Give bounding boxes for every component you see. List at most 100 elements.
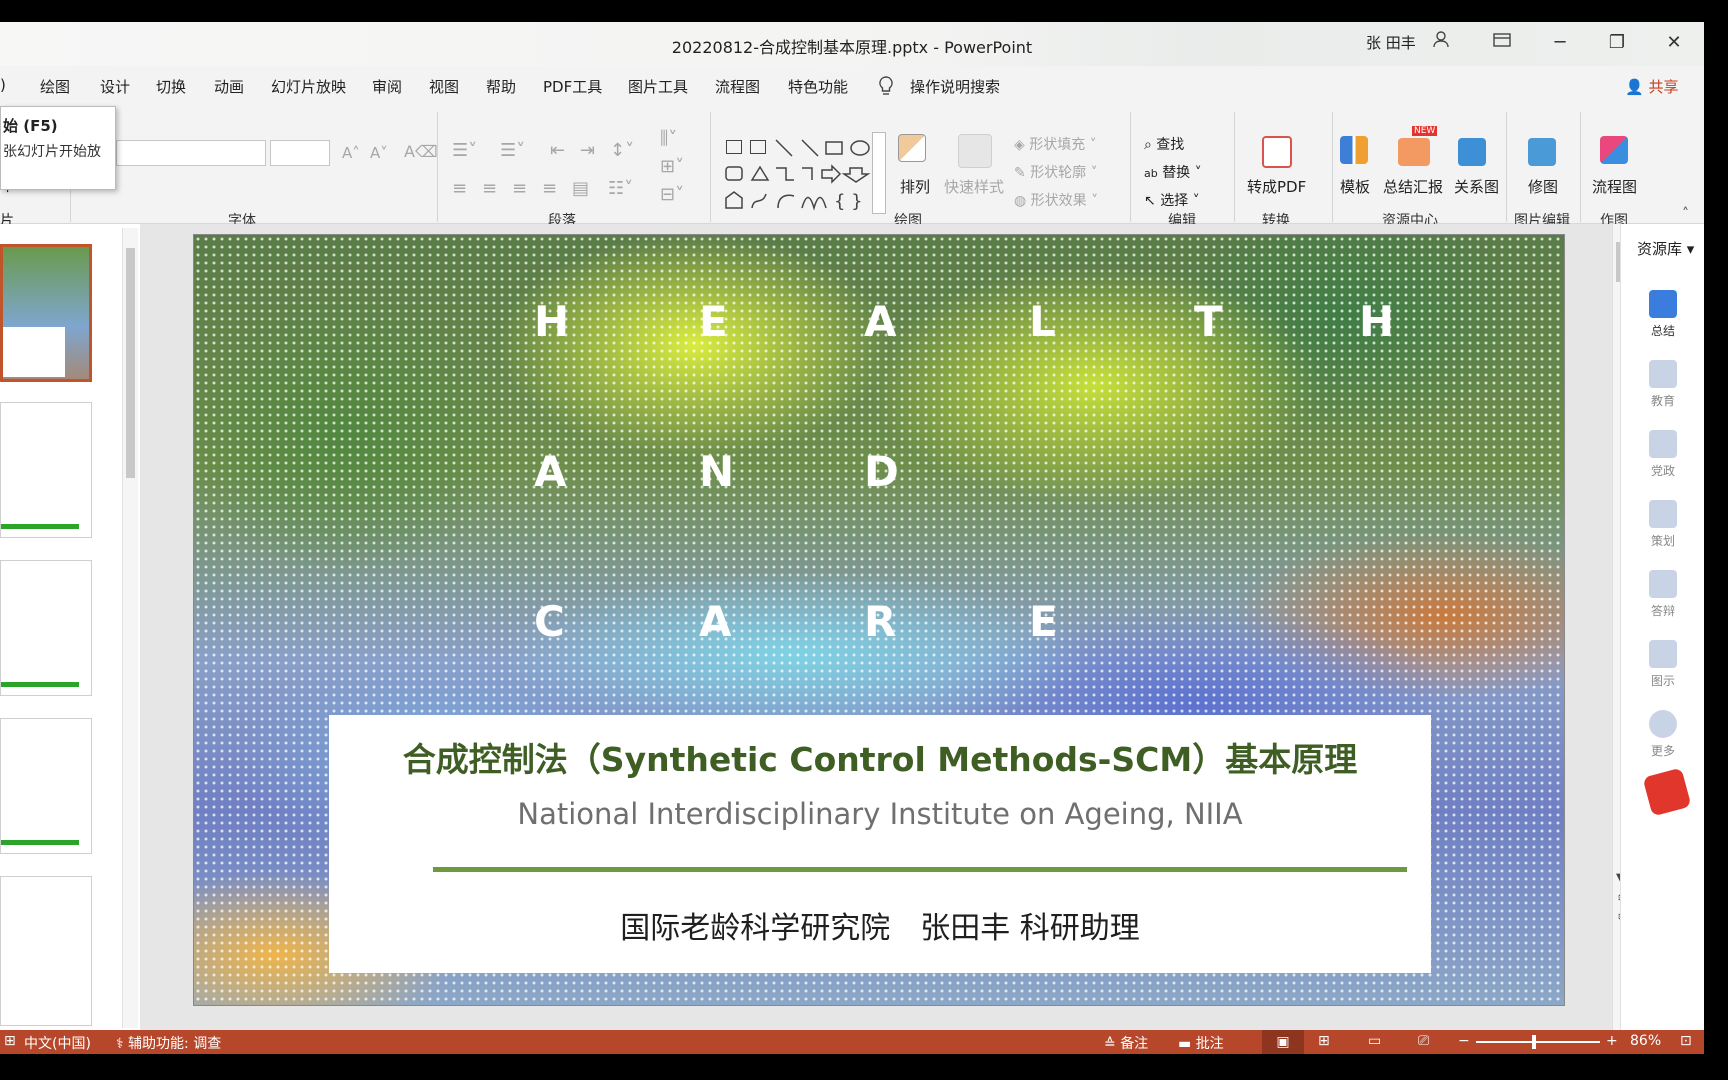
- summary-report-button[interactable]: 总结汇报: [1383, 176, 1443, 197]
- reading-view-icon[interactable]: ▭: [1368, 1033, 1381, 1049]
- zoom-in-icon[interactable]: +: [1606, 1033, 1618, 1049]
- columns-icon[interactable]: ☷˅: [608, 178, 633, 199]
- zoom-out-icon[interactable]: −: [1458, 1033, 1470, 1049]
- comments-button[interactable]: ▬ 批注: [1178, 1033, 1224, 1053]
- zoom-slider-thumb[interactable]: [1532, 1035, 1536, 1049]
- template-button[interactable]: 模板: [1340, 176, 1370, 197]
- vertical-textbox-shape-icon[interactable]: [750, 140, 766, 154]
- collapse-ribbon-icon[interactable]: ˄: [1682, 206, 1689, 222]
- align-left-icon[interactable]: ≡: [452, 178, 467, 199]
- line-spacing-icon[interactable]: ↕˅: [610, 140, 634, 161]
- line-shapes-icon[interactable]: [774, 138, 874, 158]
- thumbnail-scroll-thumb[interactable]: [126, 248, 135, 478]
- tab-animations[interactable]: 动画: [214, 76, 244, 97]
- resource-item-more[interactable]: 更多: [1621, 710, 1704, 759]
- account-icon[interactable]: [1426, 30, 1456, 56]
- minimize-icon[interactable]: ─: [1545, 30, 1575, 56]
- decrease-indent-icon[interactable]: ⇤: [550, 140, 565, 161]
- tab-picture-tools[interactable]: 图片工具: [628, 76, 688, 97]
- resource-item-party[interactable]: 党政: [1621, 430, 1704, 479]
- align-text-icon[interactable]: ⊞˅: [660, 156, 684, 177]
- replace-button[interactable]: ab 替换 ˅: [1144, 162, 1202, 182]
- grow-font-icon[interactable]: A˄: [342, 144, 360, 162]
- flowchart-button[interactable]: 流程图: [1592, 176, 1637, 197]
- font-size-combo[interactable]: [270, 140, 330, 166]
- spellcheck-icon[interactable]: ⊞: [4, 1033, 16, 1049]
- shrink-font-icon[interactable]: A˅: [370, 144, 388, 162]
- tab-draw[interactable]: 绘图: [40, 76, 70, 97]
- close-icon[interactable]: ✕: [1659, 30, 1689, 56]
- notes-button[interactable]: ≙ 备注: [1104, 1033, 1148, 1053]
- resource-item-defense[interactable]: 答辩: [1621, 570, 1704, 619]
- tab-special[interactable]: 特色功能: [788, 76, 848, 97]
- resource-pane-header[interactable]: 资源库 ▾: [1637, 238, 1694, 259]
- shape-outline-button[interactable]: ✎ 形状轮廓 ˅: [1014, 162, 1098, 182]
- distributed-icon[interactable]: ▤: [572, 178, 589, 199]
- slide-thumbnail-4[interactable]: [0, 718, 92, 854]
- tab-review[interactable]: 审阅: [372, 76, 402, 97]
- find-button[interactable]: ⌕ 查找: [1144, 134, 1184, 154]
- slide-subtitle[interactable]: National Interdisciplinary Institute on …: [329, 797, 1431, 831]
- shape-effects-button[interactable]: ◍ 形状效果 ˅: [1014, 190, 1098, 210]
- align-center-icon[interactable]: ≡: [482, 178, 497, 199]
- shape-fill-button[interactable]: ◈ 形状填充 ˅: [1014, 134, 1097, 154]
- slide-1[interactable]: H E A L T H A N D C A R E 合成控制法（Syntheti…: [193, 234, 1565, 1006]
- tell-me-search[interactable]: 操作说明搜索: [910, 76, 1000, 97]
- arrange-button[interactable]: 排列: [900, 176, 930, 197]
- smartart-icon[interactable]: ⊟˅: [660, 184, 684, 205]
- fit-slide-icon[interactable]: ⊡: [1680, 1033, 1692, 1049]
- accessibility-status[interactable]: ⚕ 辅助功能: 调查: [116, 1033, 221, 1053]
- zoom-slider[interactable]: [1476, 1035, 1600, 1049]
- convert-to-pdf-button[interactable]: 转成PDF: [1247, 176, 1306, 197]
- thumbnail-green-bar: [1, 524, 79, 529]
- slide-thumbnail-2[interactable]: [0, 402, 92, 538]
- textbox-shape-icon[interactable]: [726, 140, 742, 154]
- tab-slideshow[interactable]: 幻灯片放映: [271, 76, 346, 97]
- normal-view-icon[interactable]: ▣: [1262, 1030, 1304, 1054]
- select-button[interactable]: ↖ 选择 ˅: [1144, 190, 1200, 210]
- align-right-icon[interactable]: ≡: [512, 178, 527, 199]
- quick-styles-button[interactable]: 快速样式: [944, 176, 1004, 197]
- resource-item-planning[interactable]: 策划: [1621, 500, 1704, 549]
- language-status[interactable]: 中文(中国): [24, 1033, 91, 1053]
- ribbon-tabs: ) 绘图 设计 切换 动画 幻灯片放映 审阅 视图 帮助 PDF工具 图片工具 …: [0, 66, 1704, 106]
- slide-thumbnail-1[interactable]: [0, 244, 92, 382]
- increase-indent-icon[interactable]: ⇥: [580, 140, 595, 161]
- slide-thumbnail-3[interactable]: [0, 560, 92, 696]
- tab-pdf-tools[interactable]: PDF工具: [543, 76, 602, 97]
- slide-sorter-icon[interactable]: ⊞: [1318, 1033, 1330, 1049]
- slide-title[interactable]: 合成控制法（Synthetic Control Methods-SCM）基本原理: [329, 733, 1431, 781]
- building-icon: [1649, 430, 1677, 458]
- basic-shapes-icon[interactable]: [724, 164, 874, 184]
- tab-transitions[interactable]: 切换: [156, 76, 186, 97]
- tab-help[interactable]: 帮助: [486, 76, 516, 97]
- tab-view[interactable]: 视图: [429, 76, 459, 97]
- more-shapes-icon[interactable]: { }: [724, 190, 874, 212]
- thumbnail-scrollbar[interactable]: [122, 228, 138, 1028]
- red-envelope-icon[interactable]: [1642, 767, 1692, 817]
- title-box[interactable]: 合成控制法（Synthetic Control Methods-SCM）基本原理…: [329, 715, 1431, 973]
- tab-flowchart[interactable]: 流程图: [715, 76, 760, 97]
- resource-item-diagrams[interactable]: 图示: [1621, 640, 1704, 689]
- text-direction-icon[interactable]: ⫼˅: [660, 128, 677, 149]
- slide-author[interactable]: 国际老龄科学研究院 张田丰 科研助理: [329, 903, 1431, 947]
- share-button[interactable]: 👤 共享: [1625, 76, 1678, 97]
- bullets-icon[interactable]: ☰˅: [452, 140, 477, 161]
- resource-item-summary[interactable]: 总结: [1621, 290, 1704, 339]
- slideshow-view-icon[interactable]: ⎚: [1418, 1033, 1429, 1049]
- clear-format-icon[interactable]: A⌫: [404, 142, 438, 161]
- restore-icon[interactable]: ❐: [1602, 30, 1632, 56]
- tab-home-partial[interactable]: ): [0, 76, 6, 94]
- retouch-button[interactable]: 修图: [1528, 176, 1558, 197]
- user-name[interactable]: 张 田丰: [1366, 32, 1416, 53]
- font-name-combo[interactable]: [116, 140, 266, 166]
- zoom-level[interactable]: 86%: [1630, 1033, 1661, 1049]
- relation-diagram-button[interactable]: 关系图: [1454, 176, 1499, 197]
- shapes-gallery-scroll[interactable]: [872, 132, 886, 214]
- ribbon-display-icon[interactable]: [1487, 30, 1517, 56]
- justify-icon[interactable]: ≡: [542, 178, 557, 199]
- numbering-icon[interactable]: ☰˅: [500, 140, 525, 161]
- slide-thumbnail-5[interactable]: [0, 876, 92, 1026]
- tab-design[interactable]: 设计: [100, 76, 130, 97]
- resource-item-education[interactable]: 教育: [1621, 360, 1704, 409]
